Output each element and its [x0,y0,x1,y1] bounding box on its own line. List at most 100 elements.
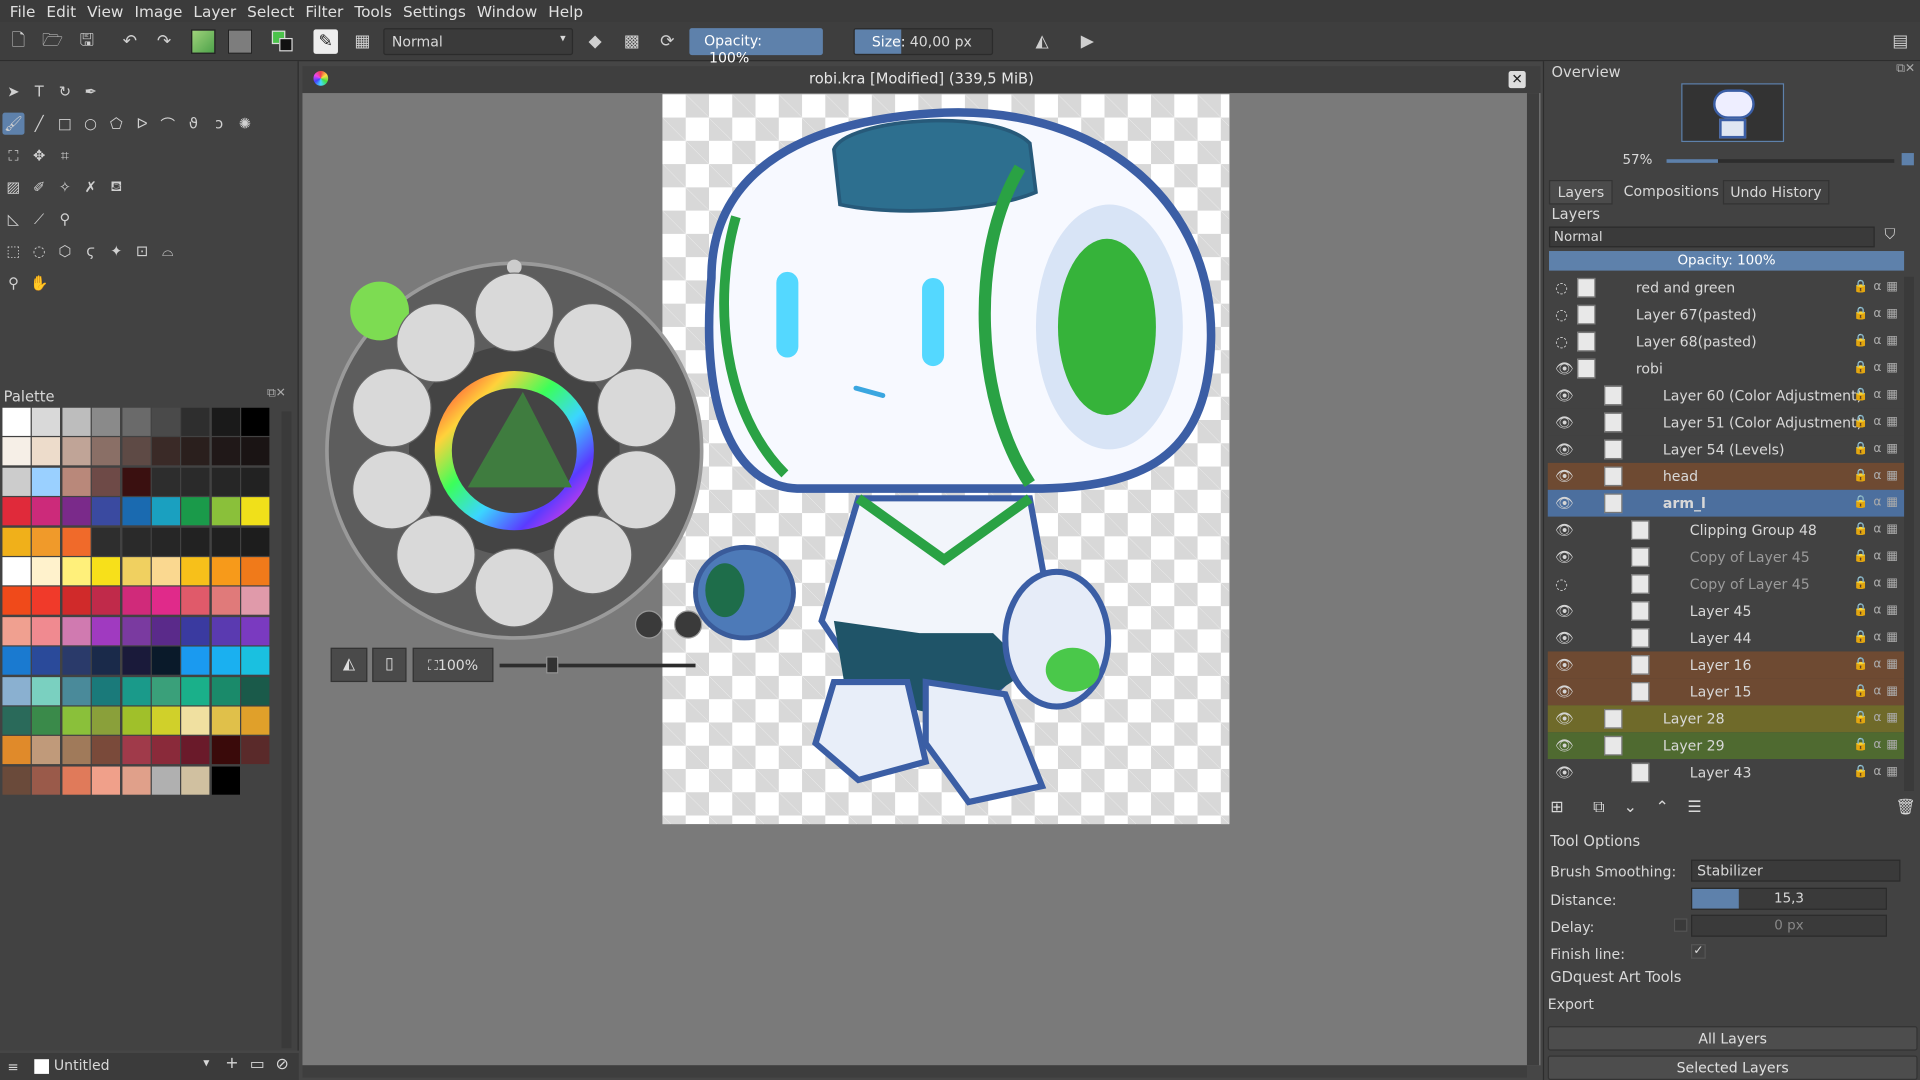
palette-swatch[interactable] [241,437,270,466]
layer-row[interactable]: 👁 Layer 45 🔒α▦ [1547,597,1908,625]
palette-swatch[interactable] [211,706,240,735]
eye-icon[interactable]: 👁 [1555,441,1574,458]
palette-swatch[interactable] [151,467,181,496]
palette-swatch[interactable] [92,587,121,616]
palette-swatch[interactable] [181,557,210,586]
palette-swatch[interactable] [92,736,121,765]
palette-swatch[interactable] [181,407,210,436]
palette-swatch[interactable] [151,736,181,765]
robot-artwork[interactable] [662,94,1229,824]
move-layer-up-icon[interactable]: ⌃ [1656,798,1669,816]
crop-tool-icon[interactable]: ⌗ [54,144,76,166]
palette-swatch[interactable] [211,736,240,765]
palette-swatch[interactable] [151,437,181,466]
freehand-brush-tool-icon[interactable]: 🖌 [2,112,25,135]
finish-line-checkbox[interactable]: ✓ [1691,944,1706,959]
layer-flags-icon[interactable]: 🔒α▦ [1853,274,1903,301]
calligraphy-tool-icon[interactable]: ✒ [80,81,102,103]
layer-flags-icon[interactable]: 🔒α▦ [1853,301,1903,328]
delay-checkbox[interactable] [1673,918,1688,932]
bucket-fill-tool-icon[interactable]: ⛾ [105,176,127,198]
palette-swatch[interactable] [211,646,240,675]
tab-undo-history[interactable]: Undo History [1722,180,1829,205]
layer-row[interactable]: 👁 arm_l 🔒α▦ [1547,489,1908,517]
eye-icon[interactable]: 👁 [1555,656,1574,673]
palette-swatch[interactable] [2,676,31,705]
palette-swatch[interactable] [32,497,61,526]
layer-row[interactable]: ◌ Layer 68(pasted) 🔒α▦ [1547,328,1908,356]
palette-scrollbar[interactable] [281,411,292,1049]
palette-swatch[interactable] [62,766,91,795]
tab-compositions[interactable]: Compositions [1618,180,1726,204]
palette-swatch[interactable] [211,616,240,646]
ellipse-select-tool-icon[interactable]: ◌ [28,240,50,262]
palette-swatch[interactable] [62,527,91,556]
layer-flags-icon[interactable]: 🔒α▦ [1853,328,1903,355]
layer-flags-icon[interactable]: 🔒α▦ [1853,598,1903,625]
layer-flags-icon[interactable]: 🔒α▦ [1853,651,1903,678]
palette-swatch[interactable] [92,706,121,735]
palette-swatch[interactable] [2,736,31,765]
line-tool-icon[interactable]: ╱ [28,113,50,135]
layer-flags-icon[interactable]: 🔒α▦ [1853,544,1903,571]
multibrush-tool-icon[interactable]: ✺ [234,113,256,135]
layer-row[interactable]: 👁 head 🔒α▦ [1547,462,1908,490]
palette-swatch[interactable] [241,736,270,765]
palette-swatch[interactable] [121,676,151,705]
palette-swatch[interactable] [92,676,121,705]
palette-swatch[interactable] [241,557,270,586]
palette-swatch[interactable] [32,766,61,795]
layer-flags-icon[interactable]: 🔒α▦ [1853,382,1903,409]
menu-window[interactable]: Window [472,2,542,20]
layer-row[interactable]: 👁 Layer 54 (Levels) 🔒α▦ [1547,435,1908,463]
layer-row[interactable]: 👁 robi 🔒α▦ [1547,355,1908,383]
ellipse-tool-icon[interactable]: ○ [80,113,102,135]
palette-swatch[interactable] [121,736,151,765]
workspace-icon[interactable]: ▤ [1888,29,1912,53]
palette-swatch[interactable] [181,646,210,675]
palette-swatch[interactable] [181,736,210,765]
palette-swatch[interactable] [92,557,121,586]
palette-swatch[interactable] [32,676,61,705]
undo-icon[interactable]: ↶ [118,29,142,53]
palette-swatch[interactable] [211,557,240,586]
eraser-mode-icon[interactable]: ◆ [583,29,607,53]
reference-tool-icon[interactable]: ⚲ [54,208,76,230]
folder-icon[interactable]: ▭ [250,1056,265,1074]
palette-swatch[interactable] [62,646,91,675]
reload-preset-icon[interactable]: ⟳ [655,29,679,53]
palette-swatch[interactable] [2,497,31,526]
palette-swatch[interactable] [181,437,210,466]
assistant-tool-icon[interactable]: ⟋ [28,208,50,230]
layer-flags-icon[interactable]: 🔒α▦ [1853,517,1903,544]
export-selected-layers-button[interactable]: Selected Layers [1547,1055,1918,1080]
size-slider[interactable]: Size: 40,00 px [853,28,994,56]
palette-swatch[interactable] [2,437,31,466]
palette-swatch[interactable] [121,437,151,466]
delay-input[interactable]: 0 px [1691,914,1887,937]
palette-swatch[interactable] [181,467,210,496]
eye-icon[interactable]: 👁 [1555,602,1574,619]
palette-swatch[interactable] [92,527,121,556]
palette-swatch[interactable] [151,616,181,646]
palette-swatch[interactable] [151,646,181,675]
menu-settings[interactable]: Settings [398,2,471,20]
layer-row[interactable]: 👁 Layer 51 (Color Adjustment) 🔒α▦ [1547,408,1908,436]
palette-swatch[interactable] [32,587,61,616]
palette-swatch[interactable] [2,766,31,795]
palette-swatch[interactable] [62,676,91,705]
layer-properties-icon[interactable]: ☰ [1687,798,1701,816]
polyline-tool-icon[interactable]: ᐅ [131,113,153,135]
redo-icon[interactable]: ↷ [152,29,176,53]
palette-swatch[interactable] [2,467,31,496]
layer-blend-mode-dropdown[interactable]: Normal [1548,226,1875,248]
gradient-tool-icon[interactable]: ▨ [2,176,24,198]
palette-swatch[interactable] [62,407,91,436]
layer-flags-icon[interactable]: 🔒α▦ [1853,355,1903,382]
rotate-canvas-icon[interactable]: ▯ [372,647,407,683]
palette-swatch[interactable] [121,587,151,616]
layers-scrollbar[interactable] [1904,276,1914,792]
layer-row[interactable]: 👁 Layer 43 🔒α▦ [1547,759,1908,787]
layer-flags-icon[interactable]: 🔒α▦ [1853,678,1903,705]
palette-swatch[interactable] [32,557,61,586]
